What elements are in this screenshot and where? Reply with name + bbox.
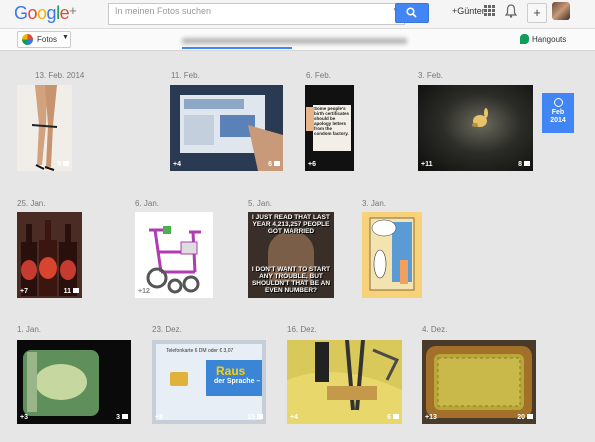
meme-bottom-text: I DON'T WANT TO START ANY TROUBLE, BUT S… (251, 266, 331, 294)
phonecard-mid1: Raus (216, 364, 246, 378)
meme-top-text: I JUST READ THAT LAST YEAR 4,213,257 PEO… (252, 214, 330, 235)
search-button[interactable] (395, 3, 429, 23)
phonecard-mid2: der Sprache – (214, 378, 261, 385)
cartoon-image (369, 217, 415, 291)
date-label: 6. Jan. (135, 199, 160, 208)
pinwheel-icon (22, 34, 33, 45)
date-label: 3. Feb. (418, 71, 443, 80)
date-label: 23. Dez. (152, 325, 182, 334)
comment-count: 20 (517, 414, 533, 421)
photo-thumbnail-tin[interactable]: +3 3 (17, 340, 131, 424)
date-label: 16. Dez. (287, 325, 317, 334)
photo-thumbnail-meme[interactable]: I JUST READ THAT LAST YEAR 4,213,257 PEO… (248, 212, 334, 298)
photo-count: +11 (421, 161, 433, 168)
date-label: 3. Jan. (362, 199, 387, 208)
phonecard: Telefonkarte 6 DM oder € 3,07 Raus der S… (156, 344, 262, 420)
photo-count: +12 (138, 288, 150, 295)
comment-count: 8 (518, 161, 530, 168)
photo-count: +3 (20, 414, 28, 421)
apps-grid-icon[interactable] (484, 5, 495, 16)
tools-image (287, 340, 402, 424)
avatar[interactable] (552, 2, 570, 20)
sign-text: Some people's birth certificates should … (313, 105, 351, 151)
hangouts-button[interactable]: Hangouts (520, 34, 566, 44)
date-label: 11. Feb. (171, 71, 200, 80)
comment-count: 6 (387, 414, 399, 421)
timeline-date-badge[interactable]: Feb 2014 (542, 93, 574, 133)
photo-thumbnail-cartoon[interactable] (362, 212, 422, 298)
comment-count: 11 (64, 288, 79, 295)
badge-month: Feb (551, 109, 565, 116)
tray-image (426, 346, 532, 418)
photo-count: +8 (155, 414, 163, 421)
clock-icon (553, 98, 563, 107)
user-profile-link[interactable]: +Günter (452, 6, 485, 16)
walker-image (146, 226, 201, 294)
blurred-tabs (182, 38, 407, 44)
photo-count: +4 (173, 161, 181, 168)
date-label: 6. Feb. (306, 71, 331, 80)
photos-menu-button[interactable]: Fotos ▼ (17, 31, 71, 48)
photo-count: +4 (290, 414, 298, 421)
bunny-image (472, 108, 488, 127)
hangouts-icon (520, 34, 529, 44)
notifications-bell-icon[interactable] (505, 4, 517, 18)
date-label: 1. Jan. (17, 325, 42, 334)
tin-image (23, 350, 99, 416)
tablet-image (180, 95, 283, 171)
comment-count: 6 (268, 161, 280, 168)
photo-thumbnail-sign[interactable]: Some people's birth certificates should … (305, 85, 354, 171)
search-placeholder: In meinen Fotos suchen (115, 6, 212, 16)
photo-thumbnail-phonecard[interactable]: Telefonkarte 6 DM oder € 3,07 Raus der S… (152, 340, 266, 424)
legs-image (31, 85, 58, 171)
share-button[interactable]: + (527, 3, 547, 23)
sim-chip (170, 372, 188, 386)
search-icon (406, 7, 417, 18)
photo-thumbnail-legs[interactable]: 9 (17, 85, 72, 171)
badge-year: 2014 (550, 117, 566, 124)
date-label: 5. Jan. (248, 199, 273, 208)
comment-count: 15 (247, 414, 263, 421)
date-label: 25. Jan. (17, 199, 46, 208)
google-plus-logo[interactable]: Google+ (14, 3, 77, 24)
photo-thumbnail-walker[interactable]: +12 (135, 212, 213, 298)
phonecard-top-text: Telefonkarte 6 DM oder € 3,07 (166, 348, 234, 354)
date-label: 13. Feb. 2014 (35, 71, 85, 80)
sub-navigation-bar: Fotos ▼ Hangouts (0, 29, 595, 51)
comment-count: 9 (57, 161, 69, 168)
search-input[interactable]: In meinen Fotos suchen ▼ (108, 3, 405, 25)
hangouts-label: Hangouts (532, 35, 567, 44)
comment-count: 3 (116, 414, 128, 421)
chevron-down-icon: ▼ (62, 34, 69, 41)
bottles-image (21, 220, 77, 296)
photo-thumbnail-bottles[interactable]: +7 11 (17, 212, 82, 298)
photo-count: +7 (20, 288, 28, 295)
photo-thumbnail-tray[interactable]: +13 20 (422, 340, 536, 424)
top-bar: Google+ In meinen Fotos suchen ▼ +Günter… (0, 0, 595, 29)
photo-thumbnail-tablet[interactable]: +4 6 (170, 85, 283, 171)
photos-label: Fotos (37, 35, 58, 44)
active-tab-indicator (182, 47, 292, 49)
photo-thumbnail-tools[interactable]: +4 6 (287, 340, 402, 424)
person-figure (306, 107, 314, 131)
photo-count: +13 (425, 414, 437, 421)
date-label: 4. Dez. (422, 325, 448, 334)
photo-count: +6 (308, 161, 316, 168)
photo-thumbnail-bunny[interactable]: +11 8 (418, 85, 533, 171)
